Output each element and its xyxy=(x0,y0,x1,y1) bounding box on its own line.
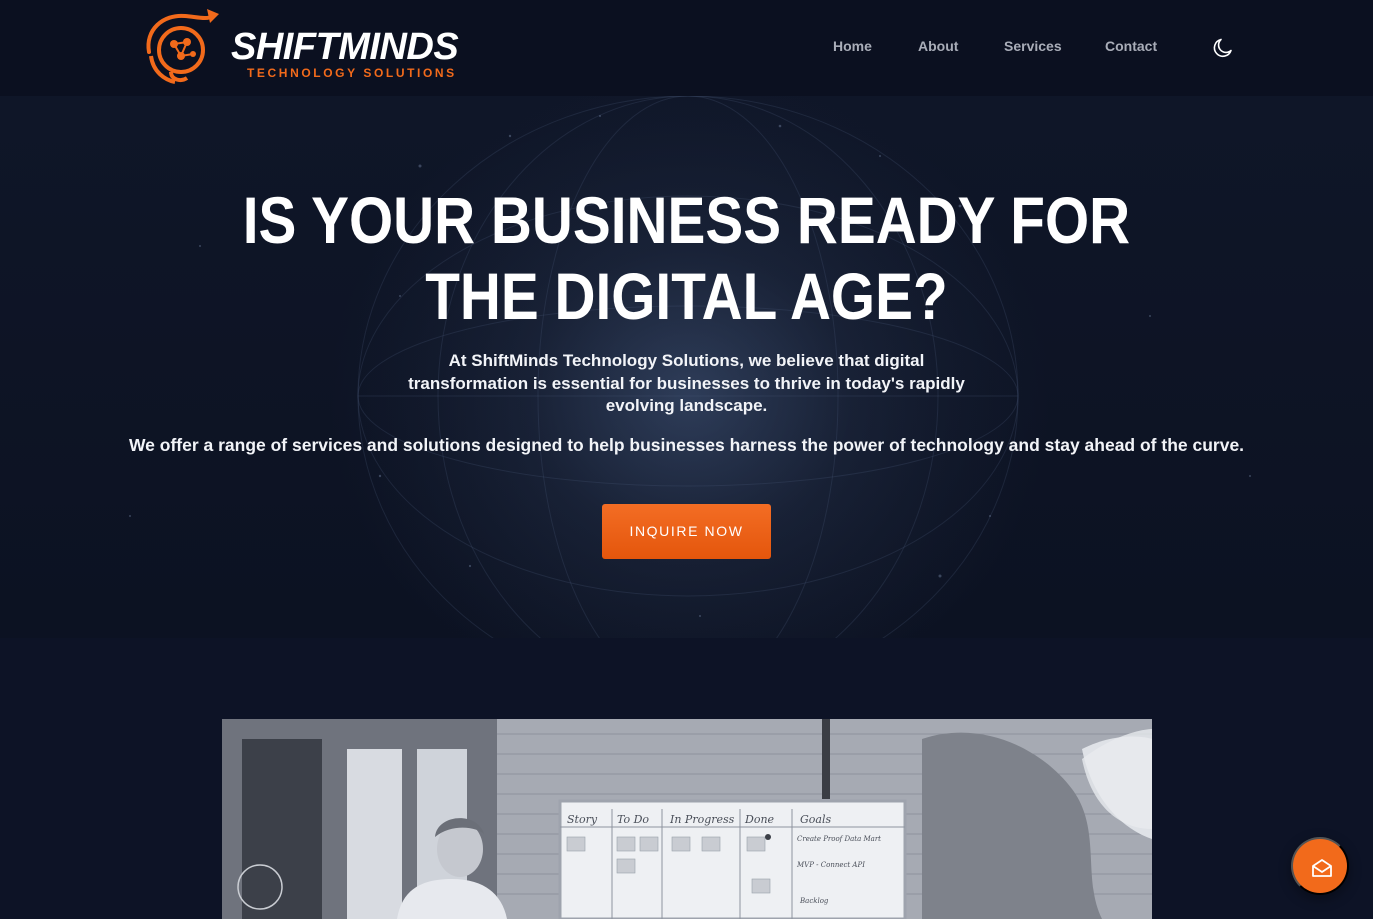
brand-tagline: TECHNOLOGY SOLUTIONS xyxy=(247,66,457,80)
moon-icon[interactable] xyxy=(1211,36,1235,60)
whiteboard-col-in-progress: In Progress xyxy=(669,813,735,826)
team-whiteboard-photo: Story To Do In Progress Done Goals Creat… xyxy=(222,719,1152,919)
hero-services-text: We offer a range of services and solutio… xyxy=(128,435,1245,455)
whiteboard-col-done: Done xyxy=(744,813,775,826)
hero-title: IS YOUR BUSINESS READY FOR THE DIGITAL A… xyxy=(96,182,1277,334)
hero-intro-text: At ShiftMinds Technology Solutions, we b… xyxy=(408,351,965,415)
whiteboard-scene-image: Story To Do In Progress Done Goals Creat… xyxy=(222,719,1152,919)
hero-section: IS YOUR BUSINESS READY FOR THE DIGITAL A… xyxy=(0,96,1373,638)
contact-floating-button[interactable] xyxy=(1291,837,1349,895)
about-section: Story To Do In Progress Done Goals Creat… xyxy=(0,638,1373,919)
whiteboard-goal-1: Create Proof Data Mart xyxy=(797,835,881,843)
whiteboard-col-story: Story xyxy=(567,813,598,826)
nav-services[interactable]: Services xyxy=(1004,38,1062,54)
whiteboard-col-goals: Goals xyxy=(800,813,831,826)
nav-about[interactable]: About xyxy=(918,38,958,54)
hero-title-line1: IS YOUR BUSINESS READY FOR xyxy=(242,183,1131,257)
hero-title-line2: THE DIGITAL AGE? xyxy=(425,259,948,333)
nav-contact[interactable]: Contact xyxy=(1105,38,1157,54)
whiteboard-col-todo: To Do xyxy=(617,813,649,826)
main-nav: Home About Services Contact xyxy=(0,38,1373,58)
inquire-now-button[interactable]: INQUIRE NOW xyxy=(602,504,771,559)
site-header: SHIFTMINDS TECHNOLOGY SOLUTIONS Home Abo… xyxy=(0,0,1373,96)
nav-home[interactable]: Home xyxy=(833,38,872,54)
mail-open-icon xyxy=(1312,859,1332,877)
whiteboard-goal-2: MVP - Connect API xyxy=(796,861,865,869)
whiteboard-backlog: Backlog xyxy=(799,897,829,905)
